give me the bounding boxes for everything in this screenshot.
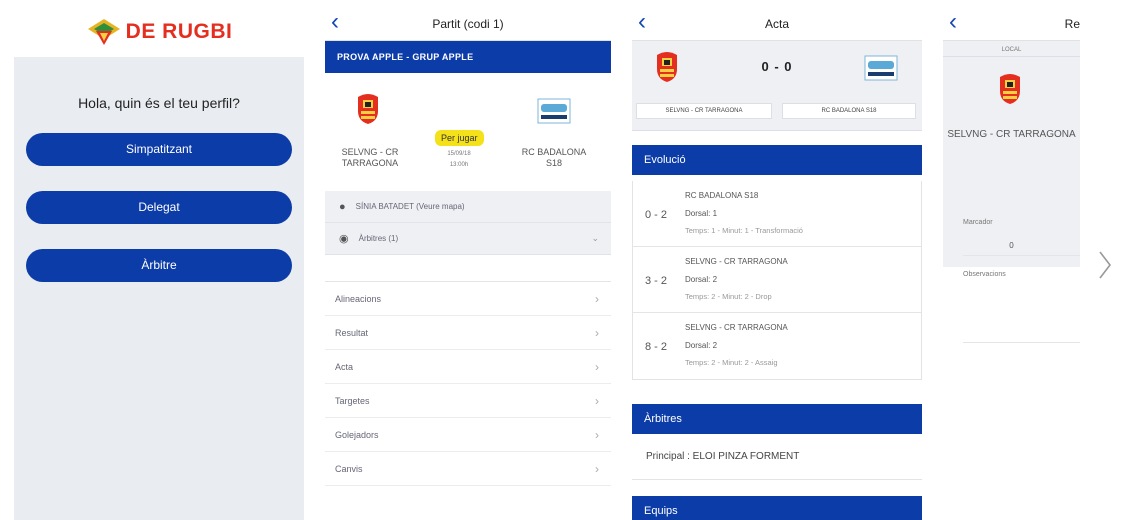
chevron-down-icon: ⌄	[591, 233, 599, 243]
menu-item-label: Canvis	[335, 463, 363, 474]
away-team-crest-icon	[864, 55, 898, 81]
event-team: SELVNG - CR TARRAGONA	[685, 257, 788, 266]
next-screenshot-arrow-icon[interactable]	[1098, 250, 1112, 280]
menu-item-label: Golejadors	[335, 429, 379, 440]
chevron-right-icon: ›	[595, 461, 599, 476]
list-item: 0 - 2 RC BADALONA S18 Dorsal: 1 Temps: 1…	[633, 181, 921, 247]
menu-item-label: Targetes	[335, 395, 370, 406]
divider	[963, 342, 1080, 343]
arbitre-button[interactable]: Àrbitre	[26, 249, 292, 282]
match-summary: Per jugar 15/09/18 13:00h SELVNG - CR TA…	[325, 73, 611, 191]
acta-topbar: ‹ Acta	[632, 7, 922, 41]
referees-text: Àrbitres (1)	[358, 234, 399, 243]
result-topbar: ‹ Res	[943, 7, 1080, 41]
chevron-right-icon: ›	[595, 427, 599, 442]
event-dorsal: Dorsal: 1	[685, 209, 718, 218]
spacer	[632, 131, 922, 145]
evolution-list: 0 - 2 RC BADALONA S18 Dorsal: 1 Temps: 1…	[632, 181, 922, 380]
evolucio-header: Evolució	[632, 145, 922, 175]
venue-text: SÍNIA BATADET (Veure mapa)	[355, 202, 465, 211]
match-topbar: ‹ Partit (codi 1)	[325, 7, 611, 41]
chevron-right-icon: ›	[595, 325, 599, 340]
menu-item-canvis[interactable]: Canvis ›	[325, 452, 611, 486]
referees-row[interactable]: ◉ Àrbitres (1) ⌄	[325, 223, 611, 255]
local-label: LOCAL	[943, 41, 1080, 57]
event-team: SELVNG - CR TARRAGONA	[685, 323, 788, 332]
back-chevron-icon[interactable]: ‹	[949, 10, 957, 34]
event-team: RC BADALONA S18	[685, 191, 759, 200]
event-dorsal: Dorsal: 2	[685, 341, 718, 350]
away-team-name: RC BADALONA S18	[782, 103, 916, 119]
home-team-crest-icon	[358, 94, 378, 124]
menu-item-label: Acta	[335, 361, 354, 372]
competition-band: PROVA APPLE - GRUP APPLE	[325, 41, 611, 73]
chevron-right-icon: ›	[595, 393, 599, 408]
score-header: 0 - 0 SELVNG - CR TARRAGONA RC BADALONA …	[632, 41, 922, 131]
acta-screen: ‹ Acta 0 - 0 SELVNG - CR TARRAGONA RC BA…	[632, 7, 922, 520]
local-column: LOCAL SELVNG - CR TARRAGONA Marcador 0	[943, 41, 1080, 267]
home-team-crest-icon	[1000, 74, 1020, 104]
equips-header: Equips	[632, 496, 922, 520]
marcador-value: 0	[1009, 241, 1014, 250]
event-detail: Temps: 1 - Minut: 1 - Transformació	[685, 226, 803, 235]
principal-referee: Principal : ELOI PINZA FORMENT	[632, 434, 922, 480]
menu-item-targetes[interactable]: Targetes ›	[325, 384, 611, 418]
page-title: Res	[1064, 17, 1080, 31]
match-status-badge: Per jugar	[435, 130, 484, 146]
observacions-label: Observacions	[963, 271, 1006, 278]
match-screen: ‹ Partit (codi 1) PROVA APPLE - GRUP APP…	[325, 7, 611, 520]
menu-item-label: Alineacions	[335, 293, 382, 304]
list-item: 3 - 2 SELVNG - CR TARRAGONA Dorsal: 2 Te…	[633, 247, 921, 313]
home-team-name: SELVNG - CR TARRAGONA	[341, 147, 399, 168]
logo-text: DE RUGBI	[125, 20, 233, 43]
menu-item-alineacions[interactable]: Alineacions ›	[325, 282, 611, 316]
map-pin-icon: ●	[339, 200, 346, 213]
team-name: SELVNG - CR TARRAGONA	[947, 129, 1076, 140]
page-title: Partit (codi 1)	[432, 17, 504, 31]
event-detail: Temps: 2 - Minut: 2 - Assaig	[685, 358, 778, 367]
event-score: 0 - 2	[645, 209, 668, 221]
rugby-federation-logo-icon	[87, 19, 120, 45]
event-score: 8 - 2	[645, 341, 668, 353]
venue-row[interactable]: ● SÍNIA BATADET (Veure mapa)	[325, 191, 611, 223]
home-team-name: SELVNG - CR TARRAGONA	[636, 103, 772, 119]
profile-screen: DE RUGBI Hola, quin és el teu perfil? Si…	[14, 7, 304, 520]
event-score: 3 - 2	[645, 275, 668, 287]
simpatitzant-button[interactable]: Simpatitzant	[26, 133, 292, 166]
logo-header: DE RUGBI	[14, 7, 304, 57]
chevron-right-icon: ›	[595, 291, 599, 306]
arbitres-header: Àrbitres	[632, 404, 922, 434]
delegat-button[interactable]: Delegat	[26, 191, 292, 224]
menu-item-resultat[interactable]: Resultat ›	[325, 316, 611, 350]
result-screen: ‹ Res LOCAL SELVNG - CR TARRAGONA Marcad…	[943, 7, 1080, 520]
person-icon: ◉	[339, 233, 349, 245]
away-team-crest-icon	[537, 98, 571, 124]
event-dorsal: Dorsal: 2	[685, 275, 718, 284]
menu-item-label: Resultat	[335, 327, 369, 338]
list-item: 8 - 2 SELVNG - CR TARRAGONA Dorsal: 2 Te…	[633, 313, 921, 379]
menu-item-golejadors[interactable]: Golejadors ›	[325, 418, 611, 452]
profile-question: Hola, quin és el teu perfil?	[78, 95, 240, 111]
divider	[963, 255, 1080, 256]
match-date: 15/09/18	[447, 151, 471, 157]
chevron-right-icon: ›	[595, 359, 599, 374]
marcador-label: Marcador	[963, 219, 993, 226]
menu-item-acta[interactable]: Acta ›	[325, 350, 611, 384]
page-title: Acta	[764, 17, 789, 31]
away-team-name: RC BADALONA S18	[521, 147, 587, 168]
match-menu: Alineacions › Resultat › Acta › Targetes › G…	[325, 281, 611, 486]
event-detail: Temps: 2 - Minut: 2 - Drop	[685, 292, 772, 301]
match-time: 13:00h	[449, 162, 469, 168]
